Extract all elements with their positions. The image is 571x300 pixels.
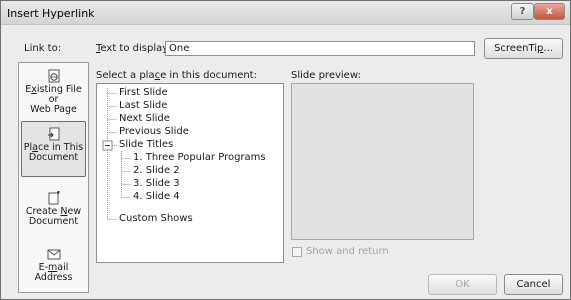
place-tree[interactable]: First Slide Last Slide Next Slide Previo… (96, 83, 284, 263)
show-and-return-label: Show and return (306, 246, 389, 257)
text-to-display-input[interactable]: One (165, 41, 475, 56)
tree-node-slide-3[interactable]: 3. Slide 3 (133, 178, 180, 189)
envelope-icon (47, 249, 60, 260)
show-and-return-checkbox[interactable] (292, 247, 302, 257)
link-to-place-in-document[interactable]: Place in This Document (21, 121, 86, 177)
place-list-label: Select a place in this document: (96, 70, 257, 81)
link-to-new-document-label: Create New Document (25, 206, 82, 227)
ok-button[interactable]: OK (428, 274, 497, 295)
link-to-existing-file-label: Existing File or Web Page (25, 84, 82, 115)
insert-hyperlink-dialog: Insert Hyperlink ? x Link to: Text to di… (0, 0, 571, 300)
tree-node-previous-slide[interactable]: Previous Slide (119, 126, 189, 137)
title-bar: Insert Hyperlink ? x (1, 1, 570, 25)
close-button[interactable]: x (534, 3, 565, 20)
tree-node-slide-1[interactable]: 1. Three Popular Programs (133, 152, 266, 163)
link-to-email-address[interactable]: E-mail Address (21, 247, 86, 283)
new-document-icon (48, 191, 60, 205)
text-to-display-label: Text to display: (96, 43, 171, 54)
link-to-label: Link to: (24, 43, 62, 54)
screentip-button[interactable]: ScreenTip... (484, 38, 563, 59)
globe-page-icon (48, 69, 59, 83)
link-to-existing-file[interactable]: Existing File or Web Page (21, 69, 86, 115)
close-icon: x (546, 6, 553, 17)
screentip-button-label: ScreenTip... (494, 43, 553, 54)
tree-node-next-slide[interactable]: Next Slide (119, 113, 170, 124)
link-to-new-document[interactable]: Create New Document (21, 191, 86, 227)
link-to-email-address-label: E-mail Address (34, 262, 73, 283)
link-to-bar: Existing File or Web Page Place in This Do… (18, 62, 89, 293)
tree-node-slide-titles[interactable]: Slide Titles (119, 139, 173, 150)
cancel-button[interactable]: Cancel (504, 274, 563, 295)
link-to-place-in-document-label: Place in This Document (23, 142, 84, 163)
help-button[interactable]: ? (511, 3, 534, 20)
slide-preview-pane (291, 83, 474, 240)
slide-preview-label: Slide preview: (291, 70, 361, 81)
cancel-button-label: Cancel (516, 279, 551, 290)
dialog-title: Insert Hyperlink (7, 7, 95, 20)
document-arrow-icon (47, 127, 59, 141)
tree-node-last-slide[interactable]: Last Slide (119, 100, 167, 111)
ok-button-label: OK (455, 279, 470, 290)
tree-node-custom-shows[interactable]: Custom Shows (119, 213, 193, 224)
help-icon: ? (519, 6, 526, 17)
tree-node-slide-4[interactable]: 4. Slide 4 (133, 191, 180, 202)
tree-node-slide-2[interactable]: 2. Slide 2 (133, 165, 180, 176)
tree-node-first-slide[interactable]: First Slide (119, 87, 168, 98)
